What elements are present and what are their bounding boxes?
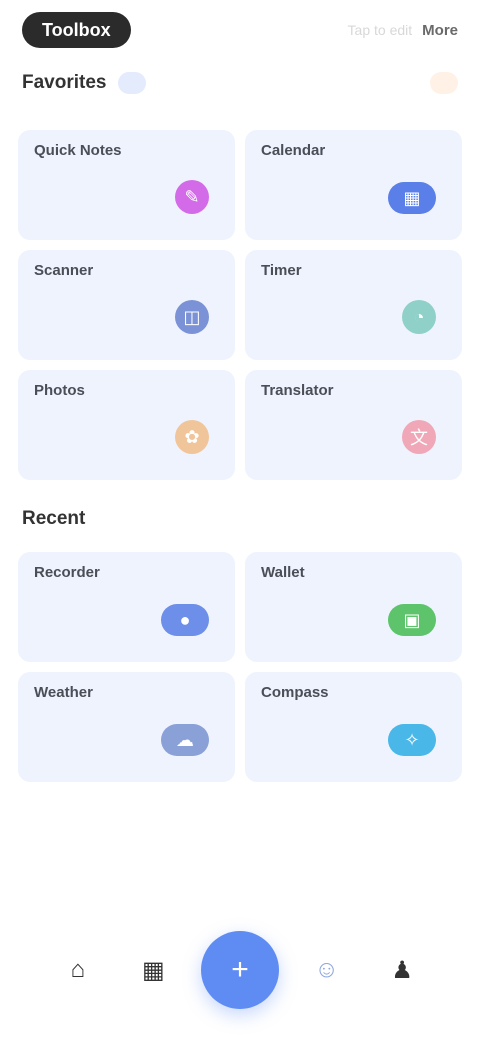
grid-icon[interactable]: ▦ bbox=[125, 942, 181, 998]
top-right-group: Tap to edit More bbox=[348, 22, 458, 39]
card-label: Scanner bbox=[34, 262, 94, 279]
card-wallet[interactable]: Wallet ▣ bbox=[245, 552, 462, 662]
photo-icon: ✿ bbox=[175, 420, 209, 454]
profile-icon[interactable]: ♟ bbox=[374, 942, 430, 998]
settings-icon[interactable] bbox=[430, 72, 458, 94]
timer-icon: ◔ bbox=[402, 300, 436, 334]
card-recorder[interactable]: Recorder ● bbox=[18, 552, 235, 662]
card-scanner[interactable]: Scanner ◫ bbox=[18, 250, 235, 360]
mic-icon: ● bbox=[161, 604, 209, 636]
card-compass[interactable]: Compass ✧ bbox=[245, 672, 462, 782]
card-calendar[interactable]: Calendar ▦ bbox=[245, 130, 462, 240]
recent-header: Recent bbox=[22, 508, 458, 530]
card-timer[interactable]: Timer ◔ bbox=[245, 250, 462, 360]
favorites-header: Favorites bbox=[22, 72, 458, 94]
favorites-grid: Quick Notes ✎ Calendar ▦ Scanner ◫ Timer… bbox=[18, 130, 462, 480]
card-label: Translator bbox=[261, 382, 334, 399]
notes-icon: ✎ bbox=[175, 180, 209, 214]
card-quick-notes[interactable]: Quick Notes ✎ bbox=[18, 130, 235, 240]
card-photos[interactable]: Photos ✿ bbox=[18, 370, 235, 480]
app-title: Toolbox bbox=[22, 12, 131, 48]
card-label: Compass bbox=[261, 684, 329, 701]
scan-icon: ◫ bbox=[175, 300, 209, 334]
compass-icon: ✧ bbox=[388, 724, 436, 756]
favorites-title: Favorites bbox=[22, 72, 107, 93]
card-label: Recorder bbox=[34, 564, 100, 581]
home-icon[interactable]: ⌂ bbox=[50, 942, 106, 998]
card-translator[interactable]: Translator 文 bbox=[245, 370, 462, 480]
card-label: Weather bbox=[34, 684, 93, 701]
top-bar: Toolbox Tap to edit More bbox=[22, 8, 458, 52]
chat-icon[interactable]: ☺ bbox=[299, 942, 355, 998]
bottom-nav: ⌂ ▦ + ☺ ♟ bbox=[0, 915, 480, 1025]
recent-grid: Recorder ● Wallet ▣ Weather ☁ Compass ✧ bbox=[18, 552, 462, 782]
card-weather[interactable]: Weather ☁ bbox=[18, 672, 235, 782]
expand-icon[interactable] bbox=[118, 72, 147, 94]
card-label: Wallet bbox=[261, 564, 305, 581]
weather-icon: ☁ bbox=[161, 724, 209, 756]
plus-icon[interactable]: + bbox=[200, 931, 279, 1009]
edit-hint: Tap to edit bbox=[347, 22, 413, 38]
card-label: Quick Notes bbox=[34, 142, 122, 159]
card-label: Photos bbox=[34, 382, 85, 399]
calendar-icon: ▦ bbox=[388, 182, 436, 214]
card-label: Timer bbox=[261, 262, 302, 279]
wallet-icon: ▣ bbox=[388, 604, 436, 636]
card-label: Calendar bbox=[261, 142, 326, 159]
more-link[interactable]: More bbox=[422, 22, 458, 39]
translate-icon: 文 bbox=[402, 420, 436, 454]
recent-title: Recent bbox=[22, 508, 86, 529]
